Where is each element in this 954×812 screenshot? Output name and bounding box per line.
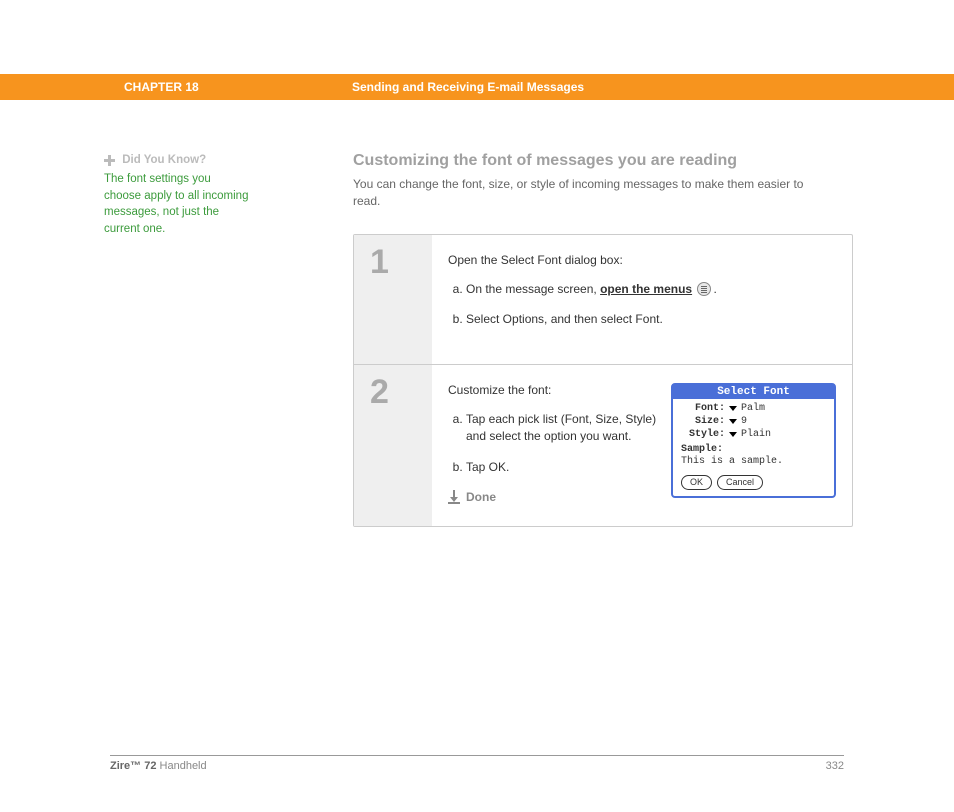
dropdown-icon[interactable]	[729, 419, 737, 424]
step-number: 1	[354, 235, 432, 365]
menu-icon	[697, 282, 711, 296]
done-label: Done	[466, 490, 496, 504]
chapter-label: CHAPTER 18	[124, 80, 352, 94]
main-content: Customizing the font of messages you are…	[265, 152, 825, 527]
step-item: On the message screen, open the menus .	[466, 281, 836, 298]
content-area: Did You Know? The font settings you choo…	[0, 152, 954, 527]
open-menus-link[interactable]: open the menus	[600, 282, 692, 296]
dialog-row-style: Style: Plain	[681, 429, 826, 440]
select-font-dialog: Select Font Font: Palm Size:	[671, 383, 836, 498]
dialog-row-font: Font: Palm	[681, 403, 826, 414]
chapter-title: Sending and Receiving E-mail Messages	[352, 80, 584, 94]
sidebar: Did You Know? The font settings you choo…	[0, 152, 265, 527]
done-indicator: Done	[448, 490, 659, 504]
step-item: Tap OK.	[466, 459, 659, 476]
font-value[interactable]: Palm	[741, 403, 765, 414]
did-you-know-body: The font settings you choose apply to al…	[104, 171, 249, 238]
page-footer: Zire™ 72 Handheld 332	[110, 755, 844, 772]
did-you-know-title: Did You Know?	[122, 154, 206, 166]
sample-label: Sample:	[681, 444, 826, 455]
dialog-title: Select Font	[673, 385, 834, 399]
steps-box: 1 Open the Select Font dialog box: On th…	[353, 234, 853, 527]
step-body: Open the Select Font dialog box: On the …	[432, 235, 852, 365]
step-item: Select Options, and then select Font.	[466, 311, 836, 328]
step-lead: Customize the font:	[448, 383, 659, 397]
dialog-row-size: Size: 9	[681, 416, 826, 427]
dropdown-icon[interactable]	[729, 406, 737, 411]
ok-button[interactable]: OK	[681, 475, 712, 490]
did-you-know-block: Did You Know? The font settings you choo…	[104, 152, 249, 238]
page-number: 332	[826, 760, 844, 772]
step-lead: Open the Select Font dialog box:	[448, 253, 836, 267]
arrow-down-icon	[448, 490, 460, 504]
section-intro: You can change the font, size, or style …	[353, 176, 825, 210]
cancel-button[interactable]: Cancel	[717, 475, 763, 490]
plus-icon	[104, 155, 115, 166]
product-name: Zire™ 72 Handheld	[110, 760, 207, 772]
step-body: Customize the font: Tap each pick list (…	[432, 365, 852, 525]
chapter-header-bar: CHAPTER 18 Sending and Receiving E-mail …	[0, 74, 954, 100]
size-value[interactable]: 9	[741, 416, 747, 427]
step-number: 2	[354, 365, 432, 525]
sample-text: This is a sample.	[681, 456, 826, 467]
style-value[interactable]: Plain	[741, 429, 771, 440]
section-heading: Customizing the font of messages you are…	[353, 152, 825, 170]
step-2: 2 Customize the font: Tap each pick list…	[354, 365, 852, 525]
step-item: Tap each pick list (Font, Size, Style) a…	[466, 411, 659, 445]
dropdown-icon[interactable]	[729, 432, 737, 437]
step-1: 1 Open the Select Font dialog box: On th…	[354, 235, 852, 366]
